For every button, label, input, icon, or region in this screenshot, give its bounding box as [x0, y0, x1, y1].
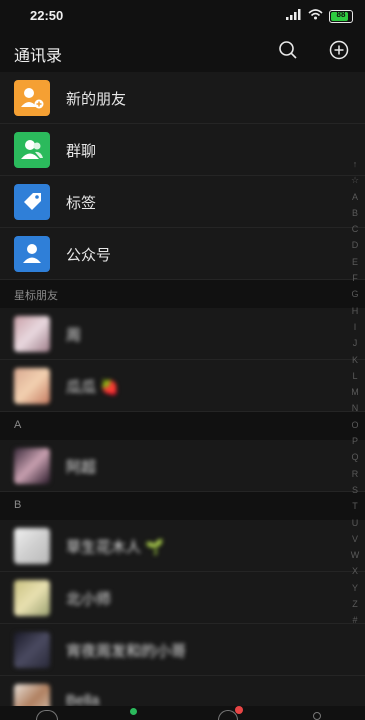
- index-letter[interactable]: #: [352, 612, 357, 628]
- index-letter[interactable]: M: [351, 384, 359, 400]
- search-button[interactable]: [274, 38, 302, 66]
- index-letter[interactable]: E: [352, 254, 358, 270]
- contact-row[interactable]: 宵夜周发和的小哥: [0, 624, 365, 676]
- index-letter[interactable]: W: [351, 547, 360, 563]
- group-chat-icon: [14, 132, 50, 168]
- official-accounts-item[interactable]: 公众号: [0, 228, 365, 280]
- index-letter[interactable]: ☆: [351, 172, 359, 188]
- avatar: [14, 580, 50, 616]
- signal-icon: [286, 7, 302, 25]
- new-friends-label: 新的朋友: [66, 91, 127, 108]
- status-time: 22:50: [30, 8, 64, 23]
- contact-row[interactable]: 草生花木人 🌱: [0, 520, 365, 572]
- section-header-b: B: [0, 492, 365, 520]
- tags-item[interactable]: 标签: [0, 176, 365, 228]
- avatar: [14, 528, 50, 564]
- add-friend-icon: [14, 80, 50, 116]
- official-accounts-label: 公众号: [66, 247, 112, 264]
- bottom-tab-bar: [0, 706, 365, 720]
- section-title: 星标朋友: [14, 290, 58, 302]
- contact-row[interactable]: 北小师: [0, 572, 365, 624]
- index-letter[interactable]: D: [352, 237, 359, 253]
- index-letter[interactable]: Q: [351, 449, 358, 465]
- index-letter[interactable]: ↑: [353, 156, 358, 172]
- index-letter[interactable]: P: [352, 433, 358, 449]
- new-friends-item[interactable]: 新的朋友: [0, 72, 365, 124]
- search-icon: [278, 40, 298, 65]
- index-letter[interactable]: Y: [352, 580, 358, 596]
- index-letter[interactable]: Z: [352, 596, 358, 612]
- index-letter[interactable]: L: [352, 368, 357, 384]
- index-letter[interactable]: A: [352, 189, 358, 205]
- index-letter[interactable]: H: [352, 303, 359, 319]
- avatar: [14, 316, 50, 352]
- section-title: A: [14, 419, 22, 431]
- index-letter[interactable]: T: [352, 498, 358, 514]
- index-letter[interactable]: X: [352, 563, 358, 579]
- group-chats-label: 群聊: [66, 143, 97, 160]
- contact-name: 宵夜周发和的小哥: [66, 643, 187, 660]
- tag-icon: [14, 184, 50, 220]
- avatar: [14, 448, 50, 484]
- notification-dot: [235, 706, 243, 714]
- header-bar: 通讯录: [0, 32, 365, 72]
- tags-label: 标签: [66, 195, 97, 212]
- contact-row[interactable]: 阿超: [0, 440, 365, 492]
- index-letter[interactable]: O: [351, 417, 358, 433]
- index-letter[interactable]: J: [353, 335, 358, 351]
- index-letter[interactable]: U: [352, 515, 359, 531]
- contacts-list[interactable]: 新的朋友 群聊 标签 公众号 星标朋友 周 瓜瓜 🍓 A 阿超 B 草生花木人 …: [0, 72, 365, 719]
- avatar: [14, 632, 50, 668]
- contact-name: 周: [66, 327, 82, 344]
- tab-contacts-dot[interactable]: [130, 708, 137, 715]
- index-letter[interactable]: B: [352, 205, 358, 221]
- index-letter[interactable]: F: [352, 270, 358, 286]
- section-title: B: [14, 499, 22, 511]
- status-icons: 88: [286, 8, 353, 24]
- index-letter[interactable]: K: [352, 352, 358, 368]
- index-letter[interactable]: V: [352, 531, 358, 547]
- contact-name: 瓜瓜 🍓: [66, 379, 119, 396]
- alphabet-index[interactable]: ↑ ☆ A B C D E F G H I J K L M N O P Q R S T U V W X Y Z #: [349, 156, 361, 629]
- index-letter[interactable]: R: [352, 466, 359, 482]
- battery-level: 88: [336, 9, 346, 19]
- contact-name: 北小师: [66, 591, 112, 608]
- plus-circle-icon: [329, 40, 349, 65]
- contact-row[interactable]: 瓜瓜 🍓: [0, 360, 365, 412]
- index-letter[interactable]: G: [351, 286, 358, 302]
- official-account-icon: [14, 236, 50, 272]
- battery-icon: 88: [329, 9, 353, 23]
- wifi-icon: [308, 7, 323, 25]
- index-letter[interactable]: S: [352, 482, 358, 498]
- index-letter[interactable]: N: [352, 400, 359, 416]
- index-letter[interactable]: C: [352, 221, 359, 237]
- section-header-a: A: [0, 412, 365, 440]
- contact-row[interactable]: 周: [0, 308, 365, 360]
- index-letter[interactable]: I: [354, 319, 357, 335]
- contact-name: 草生花木人 🌱: [66, 539, 164, 556]
- avatar: [14, 368, 50, 404]
- page-title: 通讯录: [14, 48, 63, 65]
- add-button[interactable]: [325, 38, 353, 66]
- contact-name: 阿超: [66, 459, 97, 476]
- status-bar: 22:50 88: [0, 0, 365, 32]
- group-chats-item[interactable]: 群聊: [0, 124, 365, 176]
- section-header-starred: 星标朋友: [0, 280, 365, 308]
